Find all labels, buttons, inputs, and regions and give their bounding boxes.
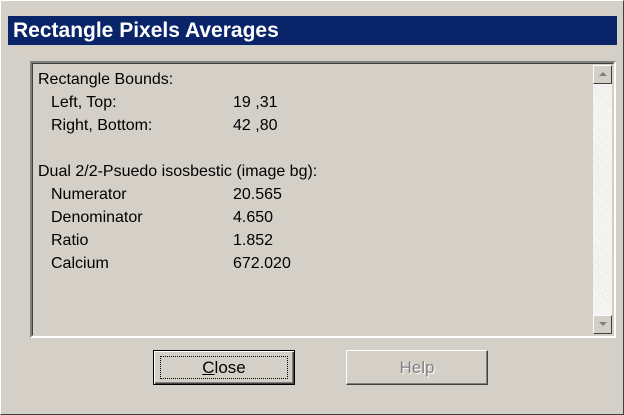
measurement-value: 20.565 <box>233 186 282 203</box>
title-bar[interactable]: Rectangle Pixels Averages <box>8 16 617 45</box>
measurement-row: Ratio 1.852 <box>38 229 568 252</box>
scroll-down-arrow-icon <box>599 322 607 326</box>
close-label-rest: lose <box>214 358 246 377</box>
measurement-value: 1.852 <box>233 232 274 249</box>
measurement-label: Denominator <box>51 209 143 226</box>
close-button-label: Close <box>202 358 245 377</box>
dialog-window: Rectangle Pixels Averages Rectangle Boun… <box>0 0 624 415</box>
bounds-heading: Rectangle Bounds: <box>38 71 174 88</box>
bounds-value: 42 ,80 <box>233 117 278 134</box>
bounds-label: Left, Top: <box>51 94 117 111</box>
measurement-value: 672.020 <box>233 255 291 272</box>
bounds-value: 19 ,31 <box>233 94 278 111</box>
vertical-scrollbar[interactable] <box>593 65 612 334</box>
help-button-label: Help <box>399 358 435 377</box>
measurement-row: Numerator 20.565 <box>38 183 568 206</box>
bounds-row: Right, Bottom: 42 ,80 <box>38 114 568 137</box>
scroll-down-button[interactable] <box>593 315 612 334</box>
measurement-row: Denominator 4.650 <box>38 206 568 229</box>
results-textbox-inner: Rectangle Bounds: Left, Top: 19 ,31 Right… <box>32 63 614 336</box>
scroll-up-arrow-icon <box>599 72 607 76</box>
window-title: Rectangle Pixels Averages <box>13 19 279 42</box>
close-button[interactable]: Close <box>153 350 295 385</box>
help-button[interactable]: Help <box>346 350 488 385</box>
measurement-label: Ratio <box>51 232 89 249</box>
bounds-label: Right, Bottom: <box>51 117 153 134</box>
measurement-label: Calcium <box>51 255 109 272</box>
measurement-label: Numerator <box>51 186 127 203</box>
results-content: Rectangle Bounds: Left, Top: 19 ,31 Right… <box>38 68 568 275</box>
results-textbox[interactable]: Rectangle Bounds: Left, Top: 19 ,31 Right… <box>30 61 616 338</box>
measurement-row: Calcium 672.020 <box>38 252 568 275</box>
close-mnemonic: C <box>202 358 215 377</box>
bounds-row: Left, Top: 19 ,31 <box>38 91 568 114</box>
scroll-up-button[interactable] <box>593 65 612 84</box>
ratio-heading: Dual 2/2-Psuedo isosbestic (image bg): <box>38 163 318 180</box>
measurement-value: 4.650 <box>233 209 274 226</box>
